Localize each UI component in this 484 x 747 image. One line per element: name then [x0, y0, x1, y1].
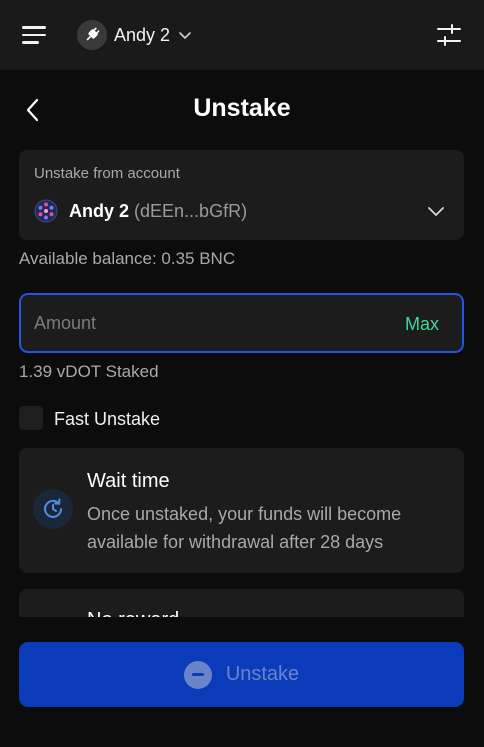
- staked-amount: 1.39 vDOT Staked: [19, 362, 159, 381]
- amount-input[interactable]: [34, 295, 374, 351]
- fast-unstake-checkbox[interactable]: [19, 406, 43, 430]
- page-title: Unstake: [193, 94, 291, 122]
- amount-field[interactable]: Max: [19, 293, 464, 353]
- no-reward-title: No reward: [87, 609, 179, 617]
- account-selector-label: Unstake from account: [34, 165, 180, 182]
- account-avatar-icon: [34, 199, 58, 223]
- hamburger-menu-icon[interactable]: [22, 26, 46, 44]
- wait-time-title: Wait time: [87, 470, 170, 492]
- selected-account-name: Andy 2: [69, 201, 130, 221]
- selected-account: Andy 2 (dEEn...bGfR): [69, 201, 247, 222]
- account-selector[interactable]: Unstake from account Andy 2 (dEEn...bGfR…: [19, 150, 464, 240]
- unstake-button-label: Unstake: [225, 663, 300, 685]
- scroll-clip: No reward: [19, 589, 464, 617]
- available-balance: Available balance: 0.35 BNC: [19, 249, 236, 268]
- fast-unstake-label[interactable]: Fast Unstake: [54, 409, 160, 430]
- minus-circle-icon: [183, 660, 212, 689]
- sliders-icon[interactable]: [436, 23, 462, 47]
- plug-icon: [77, 20, 107, 50]
- wait-time-description: Once unstaked, your funds will become av…: [87, 504, 402, 552]
- chevron-down-icon: [428, 207, 444, 216]
- selected-account-address: (dEEn...bGfR): [134, 201, 248, 221]
- wait-time-card: Wait time Once unstaked, your funds will…: [19, 448, 464, 573]
- clock-refresh-icon: [33, 489, 73, 529]
- account-switcher[interactable]: Andy 2: [77, 20, 192, 50]
- no-reward-card: No reward: [19, 589, 464, 617]
- chevron-down-icon: [179, 32, 191, 39]
- max-button[interactable]: Max: [405, 314, 439, 335]
- account-name: Andy 2: [114, 24, 171, 45]
- unstake-button[interactable]: Unstake: [19, 642, 464, 707]
- top-bar: Andy 2: [0, 0, 484, 70]
